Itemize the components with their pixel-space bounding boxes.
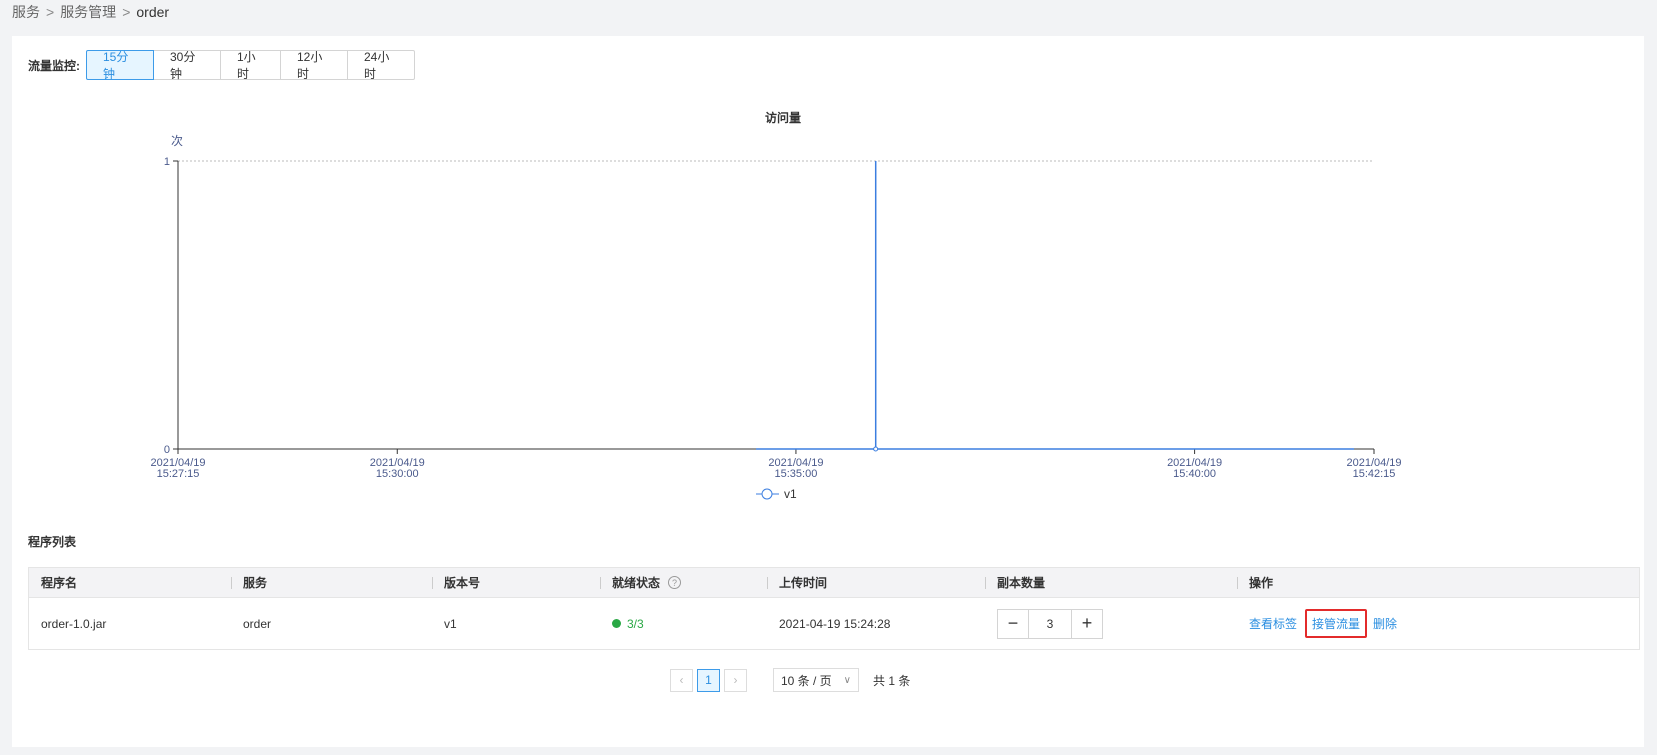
cell-program-name: order-1.0.jar (41, 616, 107, 631)
col-label: 上传时间 (779, 576, 828, 590)
status-text: 3/3 (627, 616, 644, 631)
chevron-down-icon: ∨ (843, 674, 851, 686)
chart-title: 访问量 (765, 110, 801, 125)
traffic-monitor-label: 流量监控: (28, 58, 80, 73)
program-list-title: 程序列表 (28, 535, 77, 549)
pagination: ‹ 1 › 10 条 / 页 ∨ 共 1 条 (670, 668, 910, 692)
help-icon[interactable]: ? (668, 576, 682, 589)
range-15min-button[interactable]: 15分钟 (86, 50, 154, 81)
range-1h-button[interactable]: 1小时 (220, 50, 281, 81)
range-12h-button[interactable]: 12小时 (280, 50, 348, 81)
breadcrumb: 服务 > 服务管理 > order (12, 2, 169, 22)
take-over-traffic-link[interactable]: 接管流量 (1305, 609, 1368, 638)
col-divider (432, 577, 433, 589)
increment-button[interactable]: + (1072, 610, 1102, 638)
breadcrumb-item-services[interactable]: 服务 (12, 2, 40, 22)
col-divider (600, 577, 601, 589)
cell-replicas: − 3 + (985, 608, 1237, 639)
decrement-button[interactable]: − (998, 610, 1028, 638)
col-divider (985, 577, 986, 589)
col-program-name: 程序名 (29, 568, 231, 597)
col-label: 就绪状态 (612, 576, 661, 590)
traffic-chart: 访问量 次 01 2021/04/1915:27:152021/04/1915:… (150, 110, 1402, 501)
range-30min-button[interactable]: 30分钟 (153, 50, 221, 81)
y-axis-label: 次 (171, 134, 183, 148)
col-divider (1237, 577, 1238, 589)
col-label: 版本号 (444, 576, 481, 590)
replica-stepper: − 3 + (997, 608, 1103, 639)
col-replicas: 副本数量 (985, 568, 1237, 597)
cell-ready-status: 3/3 (600, 617, 767, 631)
table-header: 程序名 服务 版本号 就绪状态? 上传时间 副本数量 操作 (29, 568, 1639, 598)
x-tick-label-time: 15:35:00 (775, 468, 818, 480)
cell-version: v1 (444, 616, 457, 631)
delete-link[interactable]: 删除 (1373, 615, 1397, 632)
breadcrumb-item-current: order (136, 4, 170, 20)
next-page-button[interactable]: › (724, 668, 747, 692)
series-line-v1 (756, 161, 1355, 450)
x-ticks: 2021/04/1915:27:152021/04/1915:30:002021… (150, 449, 1402, 480)
y-tick-label: 1 (164, 156, 170, 168)
x-tick-label-time: 15:30:00 (376, 468, 419, 480)
col-service: 服务 (231, 568, 432, 597)
cell-upload-time: 2021-04-19 15:24:28 (779, 616, 891, 631)
traffic-monitor-toolbar: 流量监控: 15分钟 30分钟 1小时 12小时 24小时 (28, 50, 415, 81)
cell-actions: 查看标签 接管流量 删除 (1237, 609, 1539, 638)
page-size-value: 10 条 / 页 (781, 673, 832, 688)
data-point (873, 446, 879, 452)
main-card: 流量监控: 15分钟 30分钟 1小时 12小时 24小时 访问量 次 01 2… (12, 36, 1644, 747)
status-dot-icon (612, 619, 621, 628)
col-label: 程序名 (41, 576, 78, 590)
breadcrumb-separator: > (46, 4, 55, 20)
col-version: 版本号 (432, 568, 600, 597)
x-tick-label-time: 15:40:00 (1173, 468, 1216, 480)
view-labels-link[interactable]: 查看标签 (1249, 615, 1297, 632)
series-layer (756, 161, 1355, 452)
range-24h-button[interactable]: 24小时 (347, 50, 415, 81)
col-ready-status: 就绪状态? (600, 568, 767, 597)
col-divider (767, 577, 768, 589)
col-label: 服务 (243, 576, 268, 590)
breadcrumb-separator: > (122, 4, 131, 20)
cell-service: order (243, 616, 272, 631)
col-divider (231, 577, 232, 589)
program-table: 程序名 服务 版本号 就绪状态? 上传时间 副本数量 操作 order-1.0.… (28, 567, 1640, 650)
col-upload-time: 上传时间 (767, 568, 985, 597)
legend-label-v1: v1 (784, 487, 797, 501)
breadcrumb-item-service-management[interactable]: 服务管理 (60, 2, 116, 22)
chart-legend[interactable]: v1 (756, 487, 797, 501)
x-tick-label-time: 15:27:15 (157, 468, 200, 480)
y-ticks: 01 (164, 156, 178, 456)
col-label: 副本数量 (997, 576, 1046, 590)
y-tick-label: 0 (164, 444, 170, 456)
prev-page-button[interactable]: ‹ (670, 668, 693, 692)
replica-count-input[interactable]: 3 (1028, 609, 1072, 638)
table-row: order-1.0.jar order v1 3/3 2021-04-19 15… (29, 598, 1639, 649)
col-actions: 操作 (1237, 568, 1539, 597)
x-tick-label-time: 15:42:15 (1353, 468, 1396, 480)
legend-marker (761, 488, 773, 500)
col-label: 操作 (1249, 576, 1274, 590)
page-number-button[interactable]: 1 (697, 668, 720, 692)
page-size-select[interactable]: 10 条 / 页 ∨ (773, 668, 859, 692)
time-range-group: 15分钟 30分钟 1小时 12小时 24小时 (86, 50, 415, 81)
total-count: 共 1 条 (873, 673, 911, 688)
